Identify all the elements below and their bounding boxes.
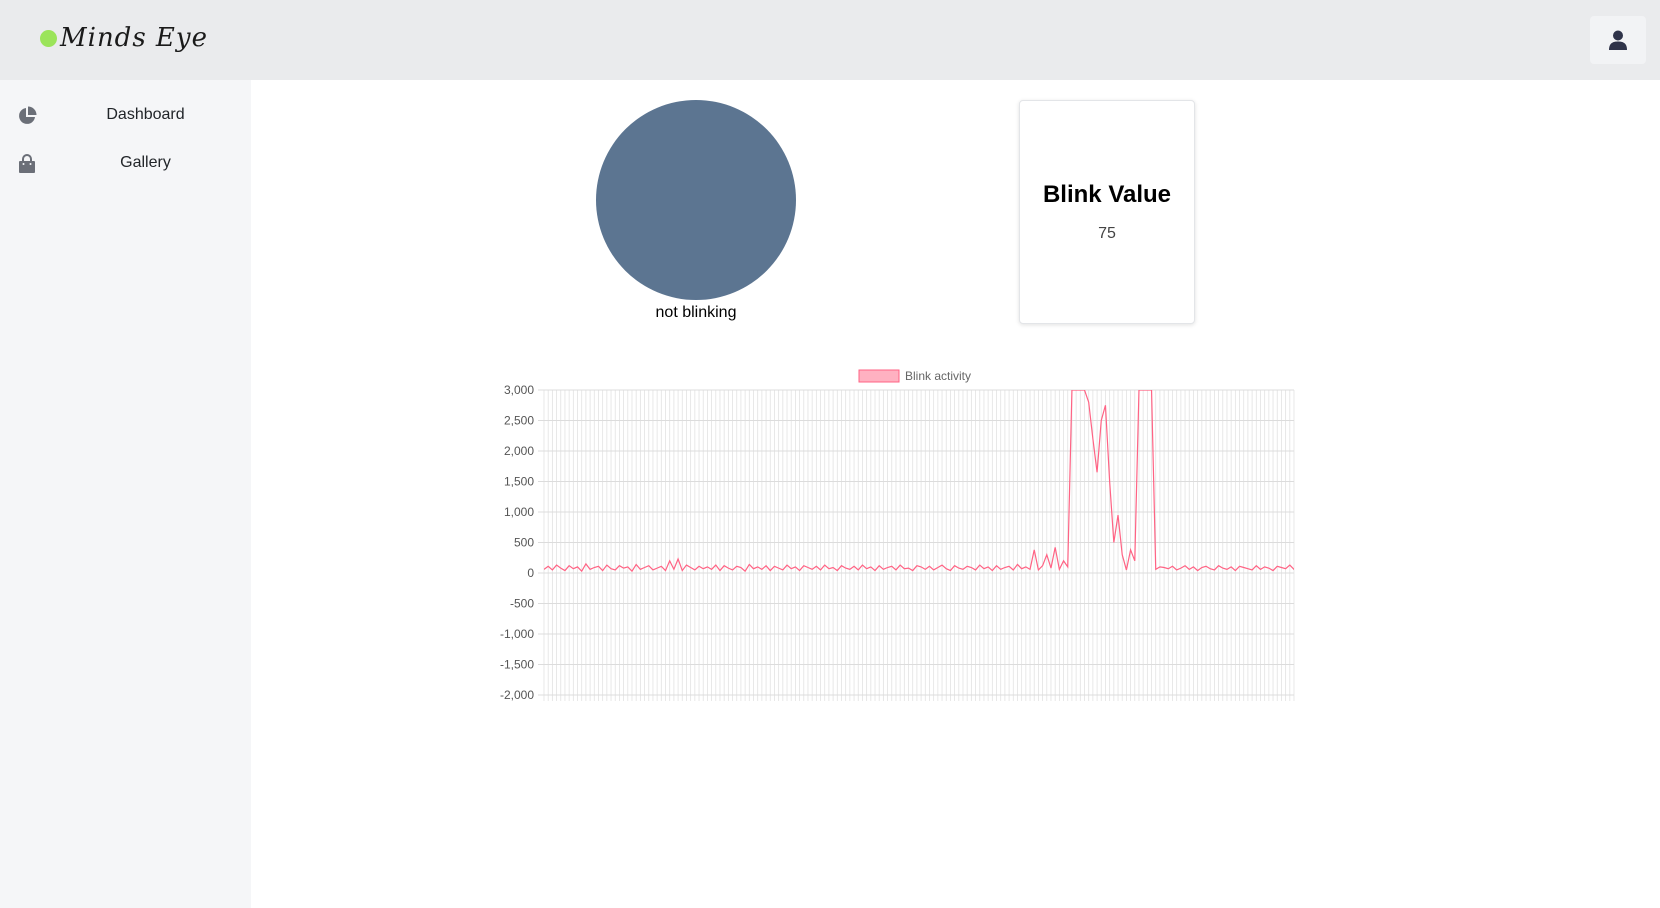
y-tick-label: -500 [510,597,534,611]
sidebar: Dashboard Gallery [0,80,251,908]
card-title: Blink Value [1042,181,1172,208]
blink-status-label: not blinking [655,304,737,321]
sidebar-item-label: Dashboard [106,106,185,123]
logo-dot-icon [40,29,57,47]
card-value: 75 [1098,225,1116,242]
y-tick-label: 1,000 [504,505,534,519]
app-logo[interactable]: Minds Eye [40,22,208,54]
sidebar-item-dashboard[interactable]: Dashboard [0,94,251,138]
blink-value-card: Blink Value 75 [1019,100,1195,324]
y-tick-label: -1,000 [500,627,534,641]
sidebar-item-gallery[interactable]: Gallery [0,142,251,186]
y-tick-label: 500 [514,536,534,550]
user-icon [1609,30,1627,50]
pie-chart-icon [19,106,37,124]
y-tick-label: 1,500 [504,475,534,489]
sidebar-item-label: Gallery [120,154,171,171]
y-tick-label: -2,000 [500,688,534,702]
shopping-bag-icon [19,154,35,173]
user-menu-button[interactable] [1590,16,1646,64]
y-tick-label: 3,000 [504,383,534,397]
y-tick-label: 2,000 [504,444,534,458]
app-name: Minds Eye [60,23,208,53]
y-tick-label: -1,500 [500,658,534,672]
blink-status-indicator [596,100,796,300]
blink-activity-chart: Blink activity 3,000 2,500 2,000 1,500 1,000 5… [480,360,1300,710]
chart-canvas: Blink activity 3,000 2,500 2,000 1,500 1,000 5… [500,369,1295,702]
top-navbar: Minds Eye [0,0,1660,80]
legend-label: Blink activity [905,369,971,383]
legend-swatch [858,369,900,383]
y-tick-label: 0 [527,566,534,580]
y-tick-label: 2,500 [504,414,534,428]
